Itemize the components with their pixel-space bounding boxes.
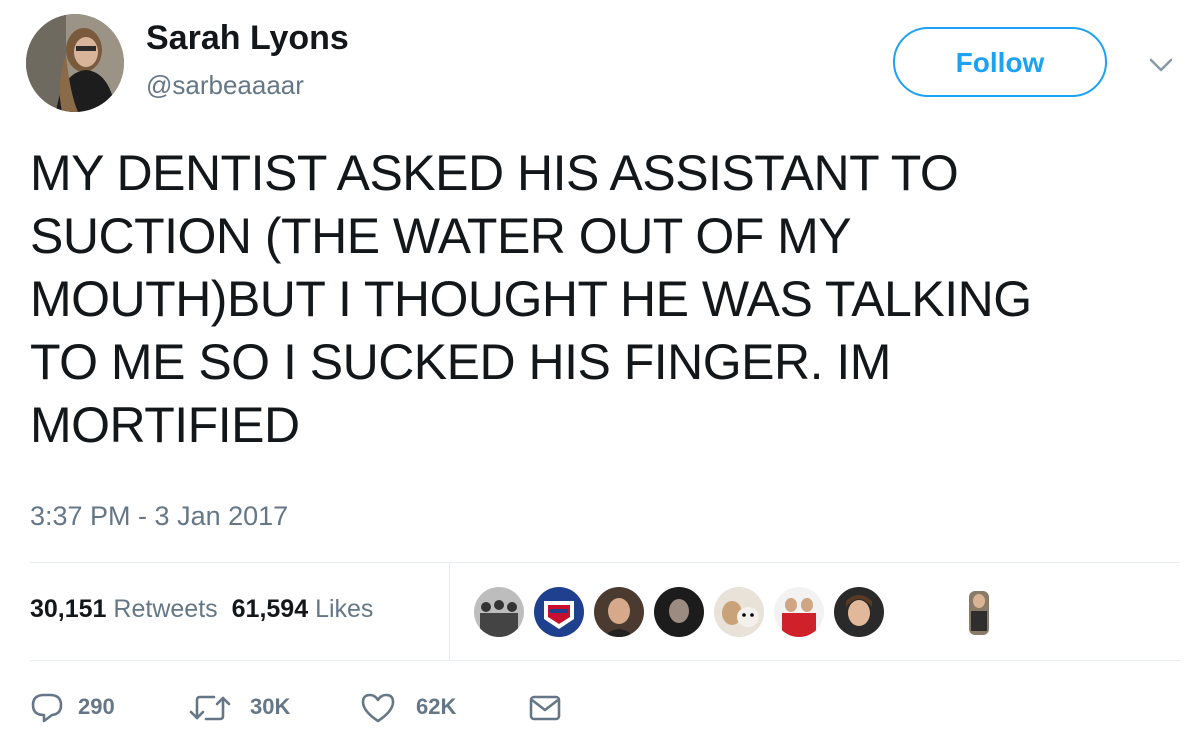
reply-icon bbox=[31, 693, 63, 723]
retweets-label: Retweets bbox=[113, 595, 218, 623]
timestamp[interactable]: 3:37 PM - 3 Jan 2017 bbox=[30, 500, 288, 532]
retweet-button[interactable]: 30K bbox=[188, 688, 318, 728]
likes-label: Likes bbox=[315, 595, 374, 623]
reply-button[interactable]: 290 bbox=[30, 688, 140, 728]
message-button[interactable] bbox=[528, 688, 568, 728]
retweets-stat[interactable]: 30,151 Retweets bbox=[30, 595, 218, 623]
liker-avatar[interactable] bbox=[712, 585, 766, 639]
display-name[interactable]: Sarah Lyons bbox=[146, 18, 349, 58]
tweet-text: MY DENTIST ASKED HIS ASSISTANT TO SUCTIO… bbox=[30, 142, 1180, 457]
envelope-icon bbox=[529, 695, 561, 721]
likes-count: 61,594 bbox=[231, 595, 309, 623]
tweet-text-line: MOUTH)BUT I THOUGHT HE WAS TALKING bbox=[30, 271, 1032, 327]
tweet-text-line: MY DENTIST ASKED HIS ASSISTANT TO bbox=[30, 145, 959, 201]
retweets-count: 30,151 bbox=[30, 595, 107, 623]
tweet-text-line: MORTIFIED bbox=[30, 397, 300, 453]
retweet-icon bbox=[189, 695, 231, 721]
heart-icon bbox=[361, 693, 395, 723]
likes-stat[interactable]: 61,594 Likes bbox=[232, 595, 374, 623]
liker-avatar[interactable] bbox=[952, 585, 1006, 639]
reply-count: 290 bbox=[78, 694, 115, 719]
stats-divider bbox=[449, 562, 450, 660]
liker-avatar[interactable] bbox=[832, 585, 886, 639]
like-button[interactable]: 62K bbox=[360, 688, 490, 728]
liker-avatar[interactable] bbox=[532, 585, 586, 639]
tweet-stats: 30,151 Retweets 61,594 Likes bbox=[30, 594, 373, 624]
tweet-text-line: TO ME SO I SUCKED HIS FINGER. IM bbox=[30, 334, 891, 390]
follow-button[interactable]: Follow bbox=[893, 27, 1107, 97]
liker-avatar[interactable] bbox=[592, 585, 646, 639]
retweet-count: 30K bbox=[250, 694, 291, 719]
divider bbox=[30, 562, 1180, 563]
chevron-down-icon[interactable] bbox=[1143, 50, 1179, 80]
like-count: 62K bbox=[416, 694, 457, 719]
avatar[interactable] bbox=[26, 14, 124, 112]
username[interactable]: @sarbeaaaar bbox=[146, 70, 304, 100]
liker-avatar[interactable] bbox=[472, 585, 526, 639]
divider bbox=[30, 660, 1180, 661]
liker-avatar[interactable] bbox=[652, 585, 706, 639]
tweet-text-line: SUCTION (THE WATER OUT OF MY bbox=[30, 208, 852, 264]
liker-avatar[interactable] bbox=[772, 585, 826, 639]
